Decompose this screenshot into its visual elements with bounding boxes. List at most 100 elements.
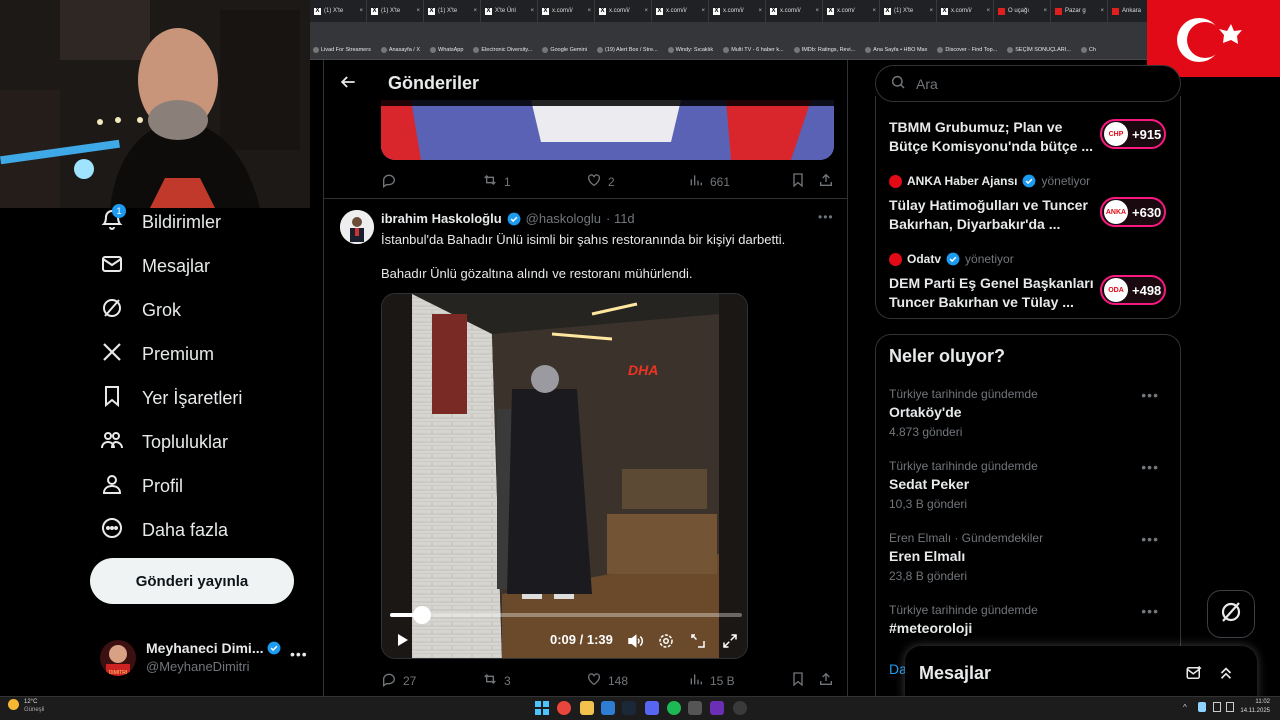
trend-more-icon[interactable]: •••	[1141, 387, 1159, 403]
bookmark-item[interactable]: SEÇİM SONUÇLARI...	[1007, 46, 1071, 53]
bookmark-item[interactable]: Electronic Diversity...	[473, 46, 532, 53]
news-source[interactable]: ANKA Haber Ajansı yönetiyor	[889, 174, 1090, 188]
news-item-3[interactable]: DEM Parti Eş Genel Başkanları Tuncer Bak…	[889, 274, 1094, 312]
browser-tab[interactable]: X (1) X'te ×	[367, 0, 424, 22]
close-tab-icon[interactable]: ×	[587, 8, 594, 14]
author-name[interactable]: ibrahim Haskoloğlu	[381, 211, 502, 226]
browser-tab[interactable]: Xx.com/i/ ×	[652, 0, 709, 22]
close-tab-icon[interactable]: ×	[872, 8, 879, 14]
spotify-icon[interactable]	[667, 701, 681, 715]
chevron-up-icon[interactable]: ^	[1183, 703, 1187, 712]
author-avatar[interactable]	[340, 210, 374, 244]
back-arrow-icon[interactable]	[338, 72, 358, 97]
messages-drawer[interactable]: Mesajlar	[905, 646, 1257, 700]
picture-in-picture-icon[interactable]	[689, 632, 707, 655]
news-item-1[interactable]: TBMM Grubumuz; Plan ve Bütçe Komisyonu'n…	[889, 118, 1094, 156]
close-tab-icon[interactable]: ×	[359, 8, 366, 14]
browser-tab[interactable]: Xx.com/i/ ×	[937, 0, 994, 22]
bookmark-item[interactable]: Ch	[1080, 46, 1096, 53]
share-button[interactable]	[818, 172, 834, 191]
post-more-icon[interactable]: •••	[818, 210, 834, 224]
settings-gear-icon[interactable]	[657, 632, 675, 655]
bookmark-item[interactable]: IMDb: Ratings, Revi...	[793, 46, 855, 53]
discord-icon[interactable]	[645, 701, 659, 715]
browser-tab[interactable]: Xx.com/i/ ×	[766, 0, 823, 22]
volume-icon[interactable]	[1226, 702, 1234, 712]
more-dots-icon[interactable]: •••	[290, 646, 308, 662]
post-time[interactable]: · 11d	[606, 211, 635, 226]
chrome-icon[interactable]	[557, 701, 571, 715]
nav-notifications[interactable]: 1 Bildirimler	[100, 204, 221, 237]
trend-more-icon[interactable]: •••	[1141, 603, 1159, 619]
close-tab-icon[interactable]: ×	[416, 8, 423, 14]
views-button[interactable]: 15 B	[688, 671, 735, 690]
news-count-pill[interactable]: CHP +915	[1100, 119, 1166, 149]
browser-tab[interactable]: X (1) X'te ×	[424, 0, 481, 22]
news-count-pill[interactable]: ANKA +630	[1100, 197, 1166, 227]
browser-tab[interactable]: Xx.com/i/ ×	[595, 0, 652, 22]
browser-tab[interactable]: X (1) X'te ×	[310, 0, 367, 22]
reply-button[interactable]: 27	[381, 671, 416, 690]
bookmark-item[interactable]: Anasayfa / X	[380, 46, 420, 53]
repost-button[interactable]: 3	[482, 671, 511, 690]
browser-tab[interactable]: Pazar g ×	[1051, 0, 1108, 22]
close-tab-icon[interactable]: ×	[815, 8, 822, 14]
like-button[interactable]: 148	[586, 671, 628, 690]
weather-icon[interactable]	[8, 699, 19, 710]
close-tab-icon[interactable]: ×	[986, 8, 993, 14]
news-count-pill[interactable]: ODA +498	[1100, 275, 1166, 305]
play-icon[interactable]	[394, 632, 410, 653]
trend-more-icon[interactable]: •••	[1141, 531, 1159, 547]
wifi-icon[interactable]	[1213, 702, 1221, 712]
app-icon[interactable]	[688, 701, 702, 715]
device-icon[interactable]	[1198, 702, 1206, 712]
address-bar[interactable]	[310, 22, 1280, 40]
post-button[interactable]: Gönderi yayınla	[90, 558, 294, 604]
close-tab-icon[interactable]: ×	[929, 8, 936, 14]
bookmark-item[interactable]: Ana Sayfa • HBO Max	[865, 46, 927, 53]
browser-tab[interactable]: Xx.com/i/ ×	[709, 0, 766, 22]
trend-item[interactable]: Türkiye tarihinde gündemde #meteoroloji …	[889, 603, 1169, 636]
close-tab-icon[interactable]: ×	[473, 8, 480, 14]
bookmark-button[interactable]	[790, 172, 806, 191]
news-item-2[interactable]: Tülay Hatimoğulları ve Tuncer Bakırhan, …	[889, 196, 1094, 234]
bookmark-item[interactable]: (19) Alert Box / Stre...	[597, 46, 658, 53]
weather-desc[interactable]: Güneşli	[24, 707, 44, 713]
share-button[interactable]	[818, 671, 834, 690]
app-icon[interactable]	[733, 701, 747, 715]
nav-profile[interactable]: Profil	[100, 472, 183, 501]
account-switcher[interactable]: DIMITRI Meyhaneci Dimi... @MeyhaneDimitr…	[100, 638, 314, 678]
browser-tab[interactable]: O uçağı ×	[994, 0, 1051, 22]
volume-icon[interactable]	[626, 632, 644, 655]
nav-grok[interactable]: Grok	[100, 296, 181, 325]
close-tab-icon[interactable]: ×	[530, 8, 537, 14]
fullscreen-icon[interactable]	[721, 632, 739, 655]
trend-item[interactable]: Eren Elmalı · Gündemdekiler Eren Elmalı …	[889, 531, 1169, 583]
bookmark-item[interactable]: Discover - Find Top...	[937, 46, 997, 53]
repost-button[interactable]: 1	[482, 172, 511, 191]
browser-tab[interactable]: Xx.com/i/ ×	[538, 0, 595, 22]
weather-temp[interactable]: 12°C	[24, 699, 37, 705]
nav-more[interactable]: Daha fazla	[100, 516, 228, 545]
bookmark-button[interactable]	[790, 671, 806, 690]
bookmark-item[interactable]: Google Gemini	[542, 46, 587, 53]
video-progress-track[interactable]	[390, 606, 742, 624]
trend-item[interactable]: Türkiye tarihinde gündemde Sedat Peker 1…	[889, 459, 1169, 511]
browser-tab[interactable]: Xx.com/ ×	[823, 0, 880, 22]
browser-tab[interactable]: X (1) X'te ×	[880, 0, 937, 22]
obs-icon[interactable]	[710, 701, 724, 715]
steam-icon[interactable]	[622, 701, 636, 715]
nav-communities[interactable]: Topluluklar	[100, 428, 228, 457]
close-tab-icon[interactable]: ×	[701, 8, 708, 14]
reply-button[interactable]	[381, 172, 397, 191]
edge-icon[interactable]	[601, 701, 615, 715]
like-button[interactable]: 2	[586, 172, 615, 191]
video-scrubber-handle[interactable]	[412, 606, 431, 624]
new-message-icon[interactable]	[1185, 664, 1203, 687]
nav-messages[interactable]: Mesajlar	[100, 252, 210, 281]
close-tab-icon[interactable]: ×	[644, 8, 651, 14]
close-tab-icon[interactable]: ×	[758, 8, 765, 14]
bookmark-item[interactable]: WhatsApp	[430, 46, 463, 53]
post-media-image[interactable]	[381, 100, 834, 160]
windows-start-icon[interactable]	[535, 701, 549, 715]
